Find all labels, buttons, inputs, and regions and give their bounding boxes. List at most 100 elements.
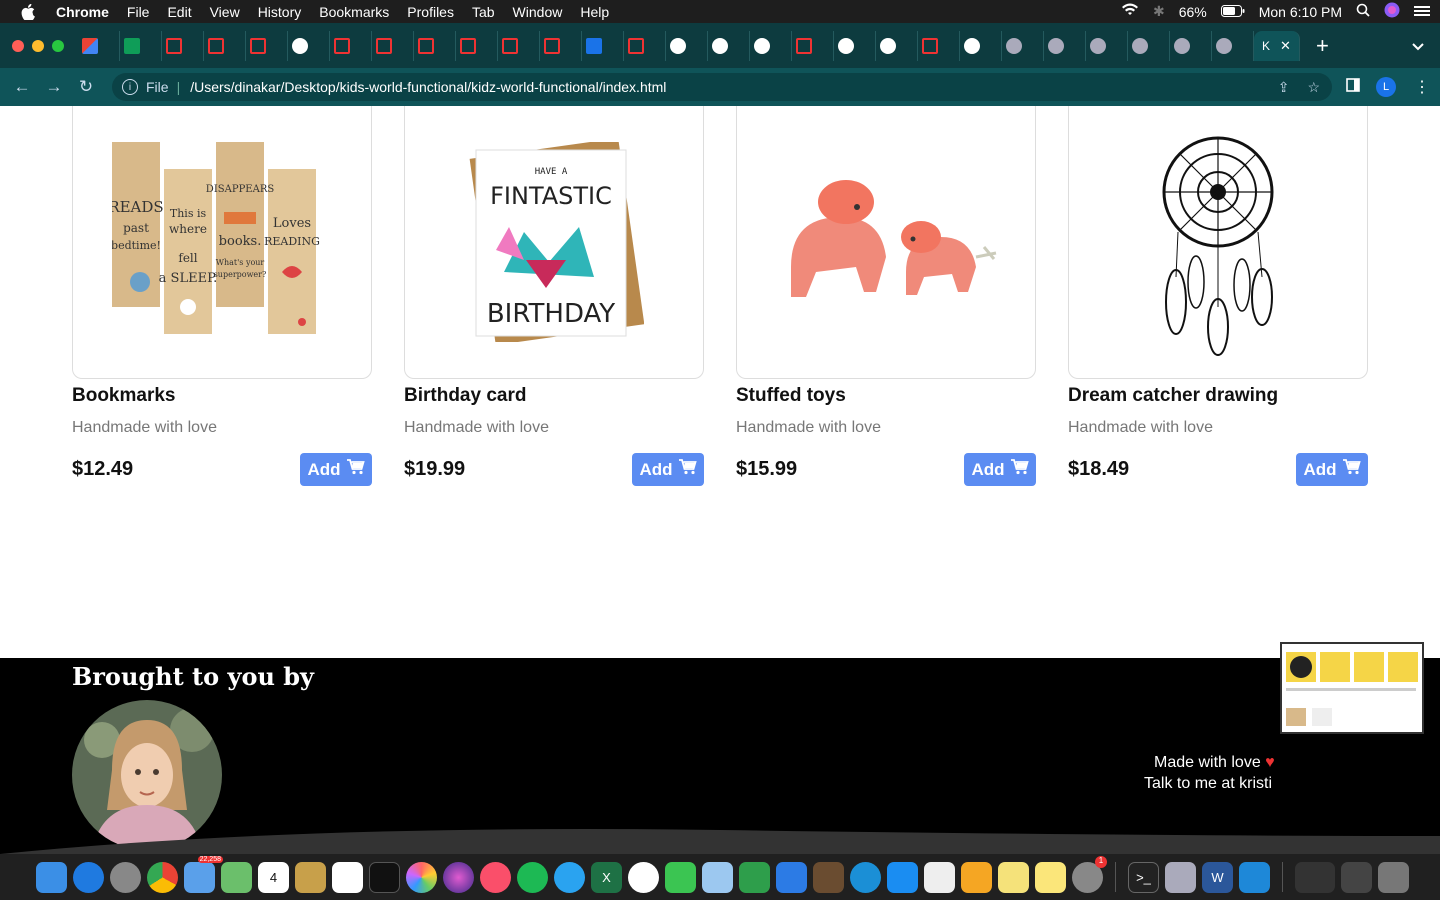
tab-github-4[interactable]: [750, 30, 792, 61]
tab-github-3[interactable]: [708, 30, 750, 61]
calendar-icon[interactable]: 4: [258, 861, 289, 893]
minimize-window-button[interactable]: [32, 39, 44, 52]
tab-scaler-10[interactable]: [624, 30, 666, 61]
clock[interactable]: Mon 6:10 PM: [1259, 4, 1342, 20]
stocks-icon[interactable]: [369, 861, 400, 893]
preview-icon[interactable]: [702, 861, 733, 893]
zoom-window-button[interactable]: [52, 39, 64, 52]
tab-github-2[interactable]: [666, 30, 708, 61]
tab-lightning[interactable]: [582, 30, 624, 61]
instruments-icon[interactable]: [813, 861, 844, 893]
tab-scaler-2[interactable]: [204, 30, 246, 61]
tab-globe-1[interactable]: [1002, 30, 1044, 61]
profile-avatar[interactable]: L: [1376, 77, 1396, 97]
textedit-icon[interactable]: [924, 861, 955, 893]
menu-file[interactable]: File: [127, 4, 150, 20]
chrome-icon[interactable]: [147, 861, 178, 893]
menu-tab[interactable]: Tab: [472, 4, 495, 20]
tab-scaler-4[interactable]: [330, 30, 372, 61]
menu-window[interactable]: Window: [513, 4, 563, 20]
menu-edit[interactable]: Edit: [167, 4, 191, 20]
tab-scaler-9[interactable]: [540, 30, 582, 61]
menu-app-chrome[interactable]: Chrome: [56, 4, 109, 20]
launchpad-icon[interactable]: [110, 861, 141, 893]
menu-bookmarks[interactable]: Bookmarks: [319, 4, 389, 20]
product-image-bookmarks[interactable]: READS past bedtime! This is where fell a…: [72, 106, 372, 379]
tab-scaler-3[interactable]: [246, 30, 288, 61]
reload-icon[interactable]: ↻: [70, 77, 102, 97]
add-to-cart-button[interactable]: Add: [632, 453, 704, 486]
tab-globe-3[interactable]: [1086, 30, 1128, 61]
new-tab-button[interactable]: +: [1316, 33, 1329, 59]
system-preferences-icon[interactable]: 1: [1072, 855, 1107, 893]
share-icon[interactable]: ⇪: [1278, 79, 1290, 96]
keynote-icon[interactable]: [776, 861, 807, 893]
battery-icon[interactable]: [1220, 4, 1245, 20]
product-image-birthday-card[interactable]: HAVE A FINTASTIC BIRTHDAY: [404, 106, 704, 379]
tab-scaler-12[interactable]: [918, 30, 960, 61]
add-to-cart-button[interactable]: Add: [300, 453, 372, 486]
tab-github-7[interactable]: [960, 30, 1002, 61]
home-icon[interactable]: [961, 861, 992, 893]
menu-view[interactable]: View: [210, 4, 240, 20]
tab-github-5[interactable]: [834, 30, 876, 61]
finder-icon[interactable]: [36, 861, 67, 893]
screenshot-thumbnail-preview[interactable]: [1280, 642, 1424, 734]
tab-search-chevron-icon[interactable]: [1412, 38, 1424, 54]
wifi-icon[interactable]: [1121, 3, 1139, 20]
forward-arrow-icon[interactable]: →: [38, 77, 70, 97]
minimized-window-2[interactable]: [1341, 861, 1372, 893]
siri-app-icon[interactable]: [443, 861, 474, 893]
menu-history[interactable]: History: [258, 4, 302, 20]
bookmark-star-icon[interactable]: ☆: [1307, 79, 1320, 96]
site-info-icon[interactable]: i: [122, 79, 138, 95]
stickies-icon[interactable]: [998, 861, 1029, 893]
menu-profiles[interactable]: Profiles: [407, 4, 454, 20]
notebook-icon[interactable]: [295, 861, 326, 893]
siri-icon[interactable]: [1384, 2, 1400, 21]
vscode-icon[interactable]: [1239, 861, 1270, 893]
chrome-menu-icon[interactable]: ⋮: [1414, 77, 1430, 97]
trash-icon[interactable]: [1378, 861, 1409, 893]
disk-utility-icon[interactable]: [1165, 861, 1196, 893]
excel-icon[interactable]: X: [591, 861, 622, 893]
add-to-cart-button[interactable]: Add: [1296, 453, 1368, 486]
mail-icon[interactable]: 22,258: [184, 855, 223, 893]
tab-scaler-7[interactable]: [456, 30, 498, 61]
edge-icon[interactable]: [850, 861, 881, 893]
back-arrow-icon[interactable]: ←: [6, 77, 38, 97]
safari-icon[interactable]: [73, 861, 104, 893]
maps-icon[interactable]: [221, 861, 252, 893]
contact-text[interactable]: Talk to me at kristi: [1144, 775, 1272, 793]
terminal-icon[interactable]: >_: [1128, 861, 1159, 893]
tab-active[interactable]: K ✕: [1254, 30, 1300, 61]
tab-scaler-6[interactable]: [414, 30, 456, 61]
apple-icon[interactable]: [20, 3, 36, 20]
messages-icon[interactable]: [554, 861, 585, 893]
photos-icon[interactable]: [406, 861, 437, 893]
music-icon[interactable]: [480, 861, 511, 893]
tab-scaler-11[interactable]: [792, 30, 834, 61]
tab-sheets[interactable]: [120, 30, 162, 61]
address-bar[interactable]: i File | /Users/dinakar/Desktop/kids-wor…: [112, 73, 1332, 101]
tab-github-6[interactable]: [876, 30, 918, 61]
url-text[interactable]: /Users/dinakar/Desktop/kids-world-functi…: [190, 79, 666, 95]
side-panel-icon[interactable]: [1346, 77, 1360, 97]
reminders-icon[interactable]: [332, 861, 363, 893]
tab-globe-5[interactable]: [1170, 30, 1212, 61]
numbers-icon[interactable]: [739, 861, 770, 893]
control-center-icon[interactable]: [1414, 4, 1430, 20]
tab-gmail[interactable]: [78, 30, 120, 61]
tab-github-1[interactable]: [288, 30, 330, 61]
close-window-button[interactable]: [12, 39, 24, 52]
tab-globe-6[interactable]: [1212, 30, 1254, 61]
bluetooth-icon[interactable]: ✱: [1153, 3, 1165, 20]
add-to-cart-button[interactable]: Add: [964, 453, 1036, 486]
tab-globe-4[interactable]: [1128, 30, 1170, 61]
tab-globe-2[interactable]: [1044, 30, 1086, 61]
block-icon[interactable]: [628, 861, 659, 893]
minimized-window-1[interactable]: [1295, 861, 1335, 893]
word-icon[interactable]: W: [1202, 861, 1233, 893]
spotify-icon[interactable]: [517, 861, 548, 893]
tab-scaler-1[interactable]: [162, 30, 204, 61]
